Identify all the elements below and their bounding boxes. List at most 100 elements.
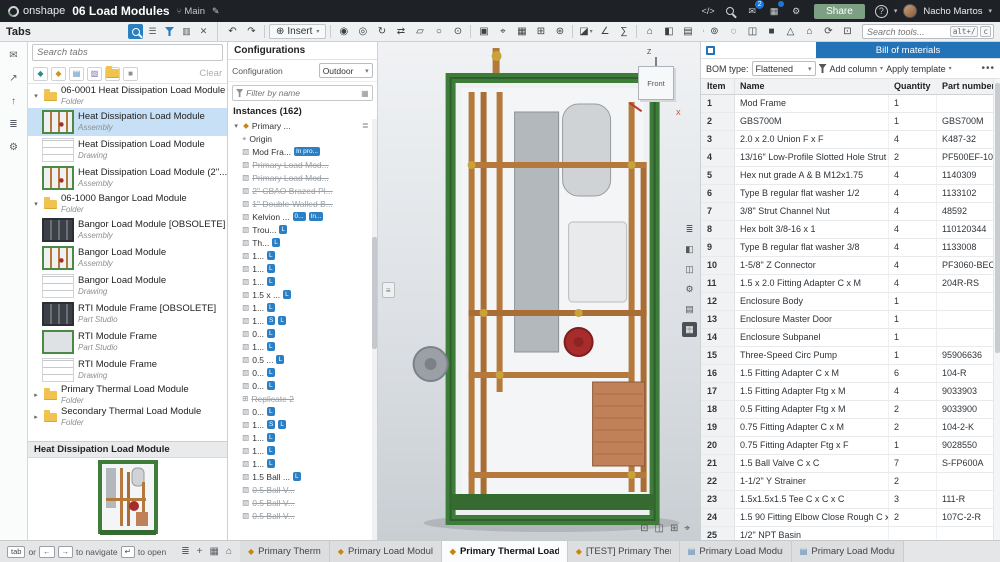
bom-row[interactable]: 12Enclosure Body1	[701, 293, 1000, 311]
custom-tables-panel-icon[interactable]: ▤	[682, 302, 697, 317]
mate-icon[interactable]: ◉	[335, 24, 352, 40]
document-tab[interactable]: ▤Primary Load Module In...	[680, 541, 792, 562]
instance-row[interactable]: ▧0...L	[228, 366, 377, 379]
add-tab-icon[interactable]: +	[197, 546, 203, 557]
measure-icon[interactable]: ∠	[596, 24, 613, 40]
apply-template-button[interactable]: Apply template ▾	[886, 64, 952, 74]
tabs-columns-icon[interactable]: ▥	[179, 24, 194, 39]
cylindrical-mate-icon[interactable]: ⊙	[449, 24, 466, 40]
ball-mate-icon[interactable]: ○	[430, 24, 447, 40]
folder-item[interactable]: ▸Primary Thermal Load ModuleFolder	[28, 384, 227, 406]
tab-manager-icon[interactable]: ▦	[210, 546, 219, 557]
bom-row[interactable]: 8Hex bolt 3/8-16 x 14110120344	[701, 221, 1000, 239]
full-list-icon[interactable]: ≣	[181, 546, 189, 557]
isolate-icon[interactable]: ⊚	[706, 24, 723, 40]
search-icon[interactable]	[722, 3, 738, 19]
instance-row[interactable]: ▧0...L	[228, 379, 377, 392]
instance-row[interactable]: ⊞Replicate 2	[228, 392, 377, 405]
tab-item[interactable]: RTI Module FrameDrawing	[28, 356, 227, 384]
avatar[interactable]	[903, 4, 917, 18]
chevron-right-icon[interactable]: ▸	[32, 391, 40, 399]
share-button[interactable]: Share	[814, 4, 865, 19]
bom-row[interactable]: 251/2" NPT Basin	[701, 527, 1000, 540]
filter-folder[interactable]	[105, 67, 120, 81]
view-cube-front-face[interactable]: Front	[638, 66, 674, 100]
share-panel-icon[interactable]: ↗	[9, 73, 17, 84]
bom-more-menu[interactable]: •••	[981, 63, 995, 74]
filter-partstudio[interactable]: ◆	[33, 67, 48, 81]
insert-button[interactable]: ⊕ Insert ▾	[269, 24, 326, 39]
branch-selector[interactable]: ⑂ Main	[177, 6, 205, 17]
bom-row[interactable]: 15Three-Speed Circ Pump195906636	[701, 347, 1000, 365]
chevron-down-icon[interactable]: ▾	[32, 200, 40, 208]
bom-scrollbar[interactable]	[993, 79, 1000, 540]
fastened-mate-icon[interactable]: ◎	[354, 24, 371, 40]
panel-splitter-handle[interactable]: ≡	[382, 282, 395, 298]
instance-row[interactable]: ▧Primary Load Mod...	[228, 171, 377, 184]
notifications-icon[interactable]: ✉ 2	[744, 3, 760, 19]
bom-row[interactable]: 6Type B regular flat washer 1/241133102	[701, 185, 1000, 203]
bom-row[interactable]: 32.0 x 2.0 Union F x F4K487-32	[701, 131, 1000, 149]
document-tab[interactable]: ◆Primary Thermal Load ...	[442, 541, 568, 562]
bom-row[interactable]: 2GBS700M1GBS700M	[701, 113, 1000, 131]
wireframe-icon[interactable]: ◫	[744, 24, 761, 40]
snapshot-icon[interactable]: ⊛	[551, 24, 568, 40]
bom-row[interactable]: 73/8" Strut Channel Nut448592	[701, 203, 1000, 221]
instance-row[interactable]: ▧1...L	[228, 457, 377, 470]
folder-item[interactable]: ▾06-0001 Heat Dissipation Load ModuleFol…	[28, 84, 227, 108]
filter-by-name-input[interactable]	[246, 88, 358, 98]
bom-row[interactable]: 101-5/8" Z Connector4PF3060-BEC	[701, 257, 1000, 275]
appearance-icon[interactable]: ▤	[679, 24, 696, 40]
chevron-down-icon[interactable]: ▾	[32, 92, 40, 100]
camera-icon[interactable]: ⌖	[684, 523, 690, 534]
refresh-icon[interactable]: ⟳	[820, 24, 837, 40]
document-tab[interactable]: ▤Primary Load Module P...	[792, 541, 904, 562]
column-header-item[interactable]: Item	[701, 79, 735, 94]
scrollbar-handle[interactable]	[995, 83, 1000, 353]
filter-assembly[interactable]: ◆	[51, 67, 66, 81]
instance-row[interactable]: ▧1...L	[228, 340, 377, 353]
instances-scrollbar[interactable]	[372, 119, 377, 540]
bom-row[interactable]: 171.5 Fitting Adapter Ftg x M49033903	[701, 383, 1000, 401]
group-icon[interactable]: ▣	[475, 24, 492, 40]
instance-row[interactable]: ▧1...L	[228, 444, 377, 457]
mate-connector-icon[interactable]: ⌖	[494, 24, 511, 40]
replicate-icon[interactable]: ⊞	[532, 24, 549, 40]
add-column-button[interactable]: Add column ▾	[830, 64, 884, 74]
user-menu-chevron-icon[interactable]: ▾	[988, 7, 992, 15]
view-modes-icon[interactable]: ◫	[655, 523, 664, 534]
instance-row[interactable]: ▧1...L	[228, 262, 377, 275]
display-states-icon[interactable]: ◧	[660, 24, 677, 40]
document-tab[interactable]: ◆Primary Therm	[240, 541, 330, 562]
bom-row[interactable]: 413/16" Low-Profile Slotted Hole Strut2P…	[701, 149, 1000, 167]
rename-icon[interactable]: ✎	[212, 6, 220, 17]
comments-panel-icon[interactable]: ✉	[9, 50, 17, 61]
tabs-search-icon[interactable]	[128, 24, 143, 39]
instance-row[interactable]: ▧0.5 ...L	[228, 353, 377, 366]
export-panel-icon[interactable]: ↑	[11, 96, 16, 107]
instance-row[interactable]: ▧2" CBAO Brazed Pl...	[228, 184, 377, 197]
tabs-filter-icon[interactable]	[162, 24, 177, 39]
folder-item[interactable]: ▾06-1000 Bangor Load ModuleFolder	[28, 192, 227, 216]
bom-pin-icon[interactable]	[706, 46, 715, 55]
instance-row[interactable]: ▧1...L	[228, 301, 377, 314]
column-header-quantity[interactable]: Quantity	[889, 79, 937, 94]
named-views-icon[interactable]: ⌂	[641, 24, 658, 40]
slider-mate-icon[interactable]: ⇄	[392, 24, 409, 40]
column-header-name[interactable]: Name	[735, 79, 889, 94]
bom-row[interactable]: 1Mod Frame1	[701, 95, 1000, 113]
featurescript-icon[interactable]: </>	[700, 3, 716, 19]
chevron-right-icon[interactable]: ▸	[32, 413, 40, 421]
apps-icon[interactable]: ▦	[766, 3, 782, 19]
versions-panel-icon[interactable]: ≣	[9, 119, 17, 130]
instance-row[interactable]: ▧1...SL	[228, 314, 377, 327]
instance-row[interactable]: ▧Mod Fra...In pro...	[228, 145, 377, 158]
section-view-icon[interactable]: ◪▾	[577, 24, 594, 40]
bom-tab[interactable]: Bill of materials	[816, 42, 1000, 58]
display-states-panel-icon[interactable]: ◫	[682, 262, 697, 277]
instance-row[interactable]: ▧Trou...L	[228, 223, 377, 236]
planar-mate-icon[interactable]: ▱	[411, 24, 428, 40]
instance-row[interactable]: ⌖Origin	[228, 132, 377, 145]
bom-row[interactable]: 200.75 Fitting Adapter Ftg x F19028550	[701, 437, 1000, 455]
instance-row[interactable]: ▧0.5 Ball V...	[228, 509, 377, 522]
